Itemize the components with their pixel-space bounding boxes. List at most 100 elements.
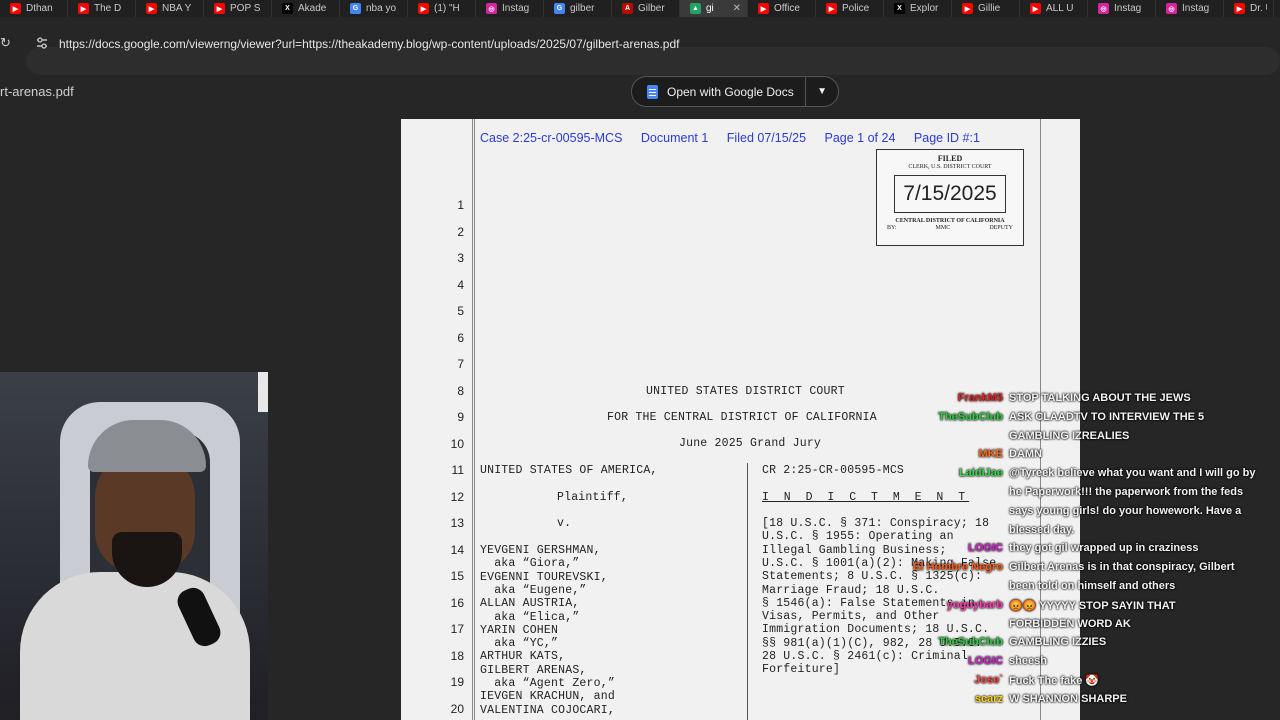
chat-username[interactable]: FrankM5	[900, 392, 1003, 404]
tab-title: Explor	[910, 3, 939, 14]
tab-title: Dthan	[26, 3, 53, 14]
line-number: 4	[457, 277, 464, 292]
chat-message: yoguybarb 😡😡 YYYYY STOP SAYIN THAT	[900, 599, 1280, 615]
youtube-icon: ▶	[10, 3, 21, 14]
browser-tab[interactable]: X Explor	[884, 0, 952, 17]
page-id: Page ID #:1	[913, 131, 980, 145]
youtube-icon: ▶	[1234, 3, 1245, 14]
defendant-line: YARIN COHEN	[480, 623, 559, 637]
tab-title: nba yo	[366, 3, 397, 14]
omnibox[interactable]	[26, 47, 1280, 75]
chat-username[interactable]: TheSubClub	[900, 411, 1003, 423]
browser-tab[interactable]: ◎ Instag	[1156, 0, 1224, 17]
google-icon: G	[554, 3, 565, 14]
browser-tab[interactable]: ▶ Dr. U	[1224, 0, 1274, 17]
chat-username[interactable]: LOGIC	[900, 542, 1003, 554]
url-text[interactable]: https://docs.google.com/viewerng/viewer?…	[59, 37, 679, 51]
browser-tab[interactable]: ▶ Dthan	[0, 0, 68, 17]
chat-username[interactable]: LOGIC	[900, 655, 1003, 667]
district-name: FOR THE CENTRAL DISTRICT OF CALIFORNIA	[607, 411, 877, 424]
caption-divider	[747, 463, 748, 720]
defendant-line: ALLAN AUSTRIA,	[480, 597, 580, 611]
chat-text: says young girls! do your howework. Have…	[1009, 504, 1242, 517]
site-info-icon[interactable]	[36, 37, 48, 49]
close-tab-icon[interactable]: ✕	[733, 3, 741, 14]
chat-text: he Paperwork!!! the paperwork from the f…	[1009, 486, 1244, 498]
chat-username[interactable]: yoguybarb	[900, 599, 1003, 611]
chat-text: FORBIDDEN WORD AK	[1009, 617, 1131, 630]
youtube-icon: ▶	[962, 3, 973, 14]
chat-message: LaidiJae @Tyreek believe what you want an…	[900, 467, 1280, 483]
browser-tab[interactable]: ▶ Gillie	[952, 0, 1020, 17]
chat-message: TheSubClub GAMBLING IZZIES	[900, 636, 1280, 652]
youtube-icon: ▶	[758, 3, 769, 14]
chat-username[interactable]: scarz	[900, 693, 1003, 705]
browser-tab[interactable]: ▶ (1) "H	[408, 0, 476, 17]
filed-date: Filed 07/15/25	[726, 131, 807, 145]
chat-text: they got gil wrapped up in craziness	[1009, 542, 1199, 555]
versus: v.	[557, 517, 572, 530]
tab-strip: ▶ Dthan ▶ The D ▶ NBA Y ▶ POP S X Akade Gnba yo ▶ (1…	[0, 0, 1280, 17]
tab-title: NBA Y	[162, 3, 192, 14]
youtube-icon: ▶	[1030, 3, 1041, 14]
browser-tab[interactable]: ▶ Office	[748, 0, 816, 17]
chat-username[interactable]: LaidiJae	[900, 467, 1003, 479]
chat-username[interactable]: Jose`	[900, 674, 1003, 686]
defendant-line: YEVGENI GERSHMAN,	[480, 544, 601, 557]
case-number-caption: CR 2:25-CR-00595-MCS	[762, 464, 905, 477]
chevron-down-icon[interactable]: ▼	[806, 86, 838, 97]
stamp-clerk: CLERK, U.S. DISTRICT COURT	[908, 164, 992, 170]
stamp-district: CENTRAL DISTRICT OF CALIFORNIA	[895, 218, 1005, 224]
webcam-overlay	[0, 372, 268, 720]
browser-tab[interactable]: ▶ Police	[816, 0, 884, 17]
defendant-line: aka “Eugene,”	[480, 583, 587, 597]
browser-tab[interactable]: ▶ The D	[68, 0, 136, 17]
browser-tab[interactable]: ▶ POP S	[204, 0, 272, 17]
tab-title: Office	[774, 3, 800, 14]
chat-text: GAMBLING IZREALIES	[1009, 429, 1130, 442]
line-number: 15	[450, 569, 464, 583]
chat-message: LOGIC they got gil wrapped up in crazines…	[900, 542, 1280, 558]
reload-icon[interactable]: ↻	[0, 35, 11, 51]
browser-tab[interactable]: ▶ NBA Y	[136, 0, 204, 17]
browser-tab[interactable]: ▲ gi ✕	[680, 0, 748, 17]
chat-username[interactable]: El Hombre Negro	[900, 561, 1003, 573]
line-number: 13	[450, 516, 464, 530]
tab-title: POP S	[230, 3, 261, 14]
chat-message: FrankM5 STOP TALKING ABOUT THE JEWS	[900, 392, 1280, 408]
line-number: 2	[457, 224, 464, 239]
browser-tab[interactable]: X Akade	[272, 0, 340, 17]
tab-title: Instag	[1114, 3, 1142, 14]
document-number: Document 1	[640, 131, 709, 145]
line-number: 17	[450, 622, 464, 636]
chat-message: El Hombre Negro Gilbert Arenas is in that…	[900, 561, 1280, 577]
chat-text: blessed day.	[1009, 523, 1075, 536]
chat-username[interactable]: MKE	[900, 448, 1003, 460]
tab-title: Dr. U	[1250, 3, 1267, 14]
drive-icon: ▲	[690, 3, 701, 14]
browser-tab[interactable]: ▶ ALL U	[1020, 0, 1088, 17]
youtube-icon: ▶	[146, 3, 157, 14]
line-number: 12	[450, 489, 464, 504]
chat-username[interactable]: TheSubClub	[900, 636, 1003, 648]
stamp-by-line: BY: MMC DEPUTY	[877, 225, 1023, 231]
line-number: 3	[457, 251, 464, 265]
chat-text: Fuck The fake 🤡	[1009, 675, 1100, 687]
youtube-icon: ▶	[78, 3, 89, 14]
line-number: 20	[450, 701, 464, 716]
chat-text: been told on himself and others	[1009, 580, 1176, 592]
browser-tab[interactable]: Ggilber	[544, 0, 612, 17]
stamp-deputy: DEPUTY	[989, 225, 1013, 231]
browser-tab[interactable]: ◎ Instag	[476, 0, 544, 17]
defendant-line: VALENTINA COJOCARI,	[480, 703, 615, 717]
stream-chat: FrankM5 STOP TALKING ABOUT THE JEWS TheSub…	[900, 392, 1280, 720]
line-number: 5	[457, 304, 464, 318]
tab-title: Instag	[502, 3, 530, 14]
tab-title: Police	[842, 3, 870, 14]
browser-tab[interactable]: ◎ Instag	[1088, 0, 1156, 17]
browser-tab[interactable]: Gnba yo	[340, 0, 408, 17]
open-with-docs-label: Open with Google Docs	[667, 84, 794, 99]
browser-tab[interactable]: A Gilber	[612, 0, 680, 17]
line-number: 14	[450, 542, 464, 557]
open-with-docs-button[interactable]: Open with Google Docs ▼	[631, 76, 839, 107]
